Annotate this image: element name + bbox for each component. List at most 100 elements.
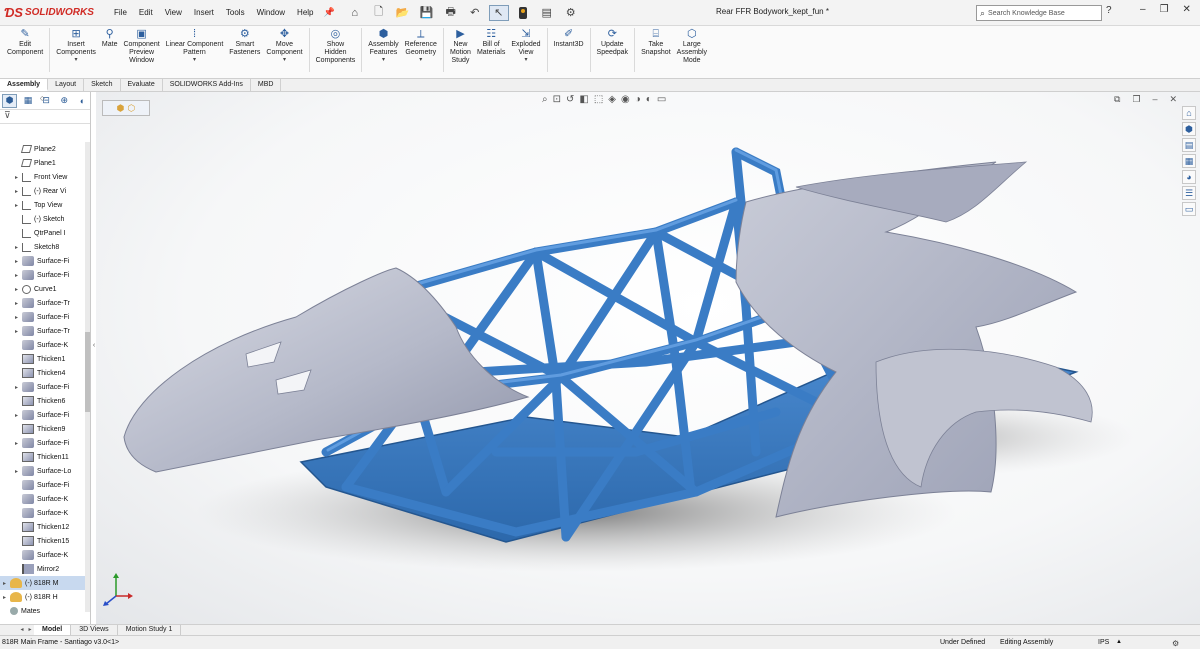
home-icon[interactable]: ⌂ <box>345 5 365 21</box>
tree-item[interactable]: ▸ Surface-Fi <box>0 268 86 282</box>
edit-component-button[interactable]: ✎ Edit Component <box>4 26 46 57</box>
expand-arrow-icon[interactable]: ▸ <box>0 286 22 293</box>
property-manager-tab-icon[interactable]: ▦ <box>20 94 35 108</box>
reference-geometry-button[interactable]: ⟂ Reference Geometry ▾ <box>402 26 440 63</box>
tree-item[interactable]: ▸ (-) 818R H <box>0 590 86 604</box>
assembly-features-button[interactable]: ⬢ Assembly Features ▾ <box>365 26 401 63</box>
tree-item[interactable]: Thicken15 <box>0 534 86 548</box>
undo-icon[interactable]: ↶ <box>465 5 485 21</box>
restore-icon[interactable]: ❐ <box>1160 4 1169 15</box>
solidworks-resources-icon[interactable]: ⌂ <box>1182 106 1196 120</box>
close-icon[interactable]: ✕ <box>1183 4 1191 15</box>
insert-components-button[interactable]: ⊞ Insert Components ▾ <box>53 26 99 63</box>
assembly-icon[interactable]: ⬡ <box>128 103 136 114</box>
tree-item[interactable]: QtrPanel I <box>0 226 86 240</box>
expand-arrow-icon[interactable]: ▸ <box>0 272 22 279</box>
expand-arrow-icon[interactable]: ▸ <box>0 580 10 587</box>
tree-item[interactable]: ▸ Surface-Fi <box>0 310 86 324</box>
tree-item[interactable]: Surface-K <box>0 338 86 352</box>
panel-collapse-icon[interactable]: ◇ <box>40 95 45 102</box>
viewport-tile-icon[interactable]: ⧉ <box>1114 94 1120 105</box>
expand-arrow-icon[interactable]: ▸ <box>0 468 22 475</box>
motion-study-button[interactable]: ▶ New Motion Study <box>447 26 474 65</box>
tree-item[interactable]: Thicken12 <box>0 520 86 534</box>
tab-scroll-left-icon[interactable]: ◂ <box>18 625 26 635</box>
tree-item[interactable]: Thicken11 <box>0 450 86 464</box>
expand-arrow-icon[interactable]: ▸ <box>0 328 22 335</box>
apply-scene-icon[interactable]: ◐ <box>646 94 652 105</box>
design-library-icon[interactable]: ⬢ <box>1182 122 1196 136</box>
edit-appearance-icon[interactable]: ◑ <box>635 94 641 105</box>
dimxpert-tab-icon[interactable]: ⊕ <box>57 94 72 108</box>
dropdown-caret-icon[interactable]: ▾ <box>524 57 527 63</box>
linear-pattern-button[interactable]: ⁞ Linear Component Pattern ▾ <box>163 26 227 63</box>
tree-item[interactable]: ▸ Top View <box>0 198 86 212</box>
expand-arrow-icon[interactable]: ▸ <box>0 300 22 307</box>
file-explorer-icon[interactable]: ▤ <box>1182 138 1196 152</box>
tab-solidworks-add-ins[interactable]: SOLIDWORKS Add-Ins <box>163 79 251 91</box>
bottom-tab-motion-study-1[interactable]: Motion Study 1 <box>118 625 182 635</box>
status-toggle-icon[interactable]: ⚙ <box>1172 637 1179 649</box>
view-orientation-icon[interactable]: ⬚ <box>594 94 603 105</box>
dropdown-caret-icon[interactable]: ▾ <box>419 57 422 63</box>
instant3d-button[interactable]: ✐ Instant3D <box>551 26 587 49</box>
tree-item[interactable]: Mates <box>0 604 86 618</box>
display-style-icon[interactable]: ◈ <box>608 94 616 105</box>
viewport-minimize-icon[interactable]: – <box>1153 94 1158 105</box>
custom-properties-icon[interactable]: ☰ <box>1182 186 1196 200</box>
tree-item[interactable]: Thicken1 <box>0 352 86 366</box>
tree-item[interactable]: ▸ Curve1 <box>0 282 86 296</box>
forum-icon[interactable]: ▭ <box>1182 202 1196 216</box>
tree-item[interactable]: ▸ Surface-Fi <box>0 408 86 422</box>
tree-item[interactable]: ▸ Surface-Fi <box>0 380 86 394</box>
tree-item[interactable]: Thicken6 <box>0 394 86 408</box>
bottom-tab-model[interactable]: Model <box>34 625 72 635</box>
display-manager-tab-icon[interactable]: ◐ <box>75 94 90 108</box>
print-icon[interactable]: 🖶 <box>441 5 461 21</box>
select-arrow-icon[interactable]: ↖ <box>488 4 509 21</box>
tree-filter[interactable]: ⊽ <box>0 110 90 124</box>
menu-file[interactable]: File <box>108 8 133 17</box>
expand-arrow-icon[interactable]: ▸ <box>0 314 22 321</box>
assembly-model[interactable] <box>96 92 1200 624</box>
zoom-to-fit-icon[interactable]: ⌕ <box>542 94 548 105</box>
expand-arrow-icon[interactable]: ▸ <box>0 258 22 265</box>
tree-item[interactable]: Thicken9 <box>0 422 86 436</box>
tab-sketch[interactable]: Sketch <box>84 79 121 91</box>
open-icon[interactable]: 📂 <box>393 5 413 21</box>
expand-arrow-icon[interactable]: ▸ <box>0 594 10 601</box>
tree-item[interactable]: Surface-K <box>0 548 86 562</box>
appearances-icon[interactable]: ◕ <box>1182 170 1196 184</box>
tree-item[interactable]: Mirror2 <box>0 562 86 576</box>
exploded-view-button[interactable]: ⇲ Exploded View ▾ <box>508 26 543 63</box>
viewport-close-icon[interactable]: ✕ <box>1170 94 1178 105</box>
dropdown-caret-icon[interactable]: ▾ <box>382 57 385 63</box>
solidworks-logo[interactable]: ƊS SOLIDWORKS <box>0 5 108 20</box>
show-hidden-button[interactable]: ◎ Show Hidden Components <box>313 26 359 65</box>
tree-item[interactable]: Plane2 <box>0 142 86 156</box>
expand-arrow-icon[interactable]: ▸ <box>0 384 22 391</box>
snapshot-button[interactable]: ⌸ Take Snapshot <box>638 26 674 57</box>
minimize-icon[interactable]: – <box>1140 4 1146 15</box>
expand-arrow-icon[interactable]: ▸ <box>0 412 22 419</box>
tree-item[interactable]: ▸ Sketch8 <box>0 240 86 254</box>
tree-item[interactable]: (-) Sketch <box>0 212 86 226</box>
tab-layout[interactable]: Layout <box>48 79 85 91</box>
help-icon[interactable]: ? <box>1106 5 1112 16</box>
tree-item[interactable]: ▸ (-) Rear Vi <box>0 184 86 198</box>
dropdown-caret-icon[interactable]: ▾ <box>193 57 196 63</box>
expand-arrow-icon[interactable]: ▸ <box>0 202 22 209</box>
expand-arrow-icon[interactable]: ▸ <box>0 174 22 181</box>
menu-tools[interactable]: Tools <box>220 8 251 17</box>
tree-item[interactable]: ▸ Surface-Lo <box>0 464 86 478</box>
view-palette-icon[interactable]: ▦ <box>1182 154 1196 168</box>
tree-item[interactable]: ▸ Front View <box>0 170 86 184</box>
tab-assembly[interactable]: Assembly <box>0 79 49 91</box>
view-settings-icon[interactable]: ▭ <box>657 94 666 105</box>
options-gear-icon[interactable]: ⚙ <box>561 5 581 21</box>
dropdown-caret-icon[interactable]: ▾ <box>283 57 286 63</box>
status-units[interactable]: IPS <box>1098 636 1109 649</box>
units-dropdown-icon[interactable]: ▲ <box>1116 636 1122 649</box>
tree-scroll-thumb[interactable] <box>85 332 90 412</box>
tab-scroll-right-icon[interactable]: ▸ <box>26 625 34 635</box>
